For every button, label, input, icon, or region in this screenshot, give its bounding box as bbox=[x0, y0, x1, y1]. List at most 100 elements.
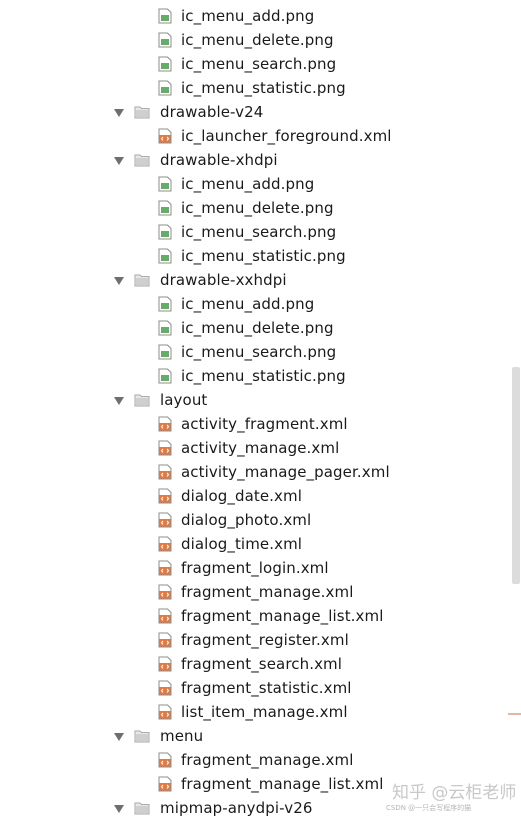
tree-file-row[interactable]: activity_manage.xml bbox=[0, 436, 510, 460]
image-file-icon bbox=[158, 56, 172, 72]
watermark-sub: CSDN @一只会写程序的猫 bbox=[386, 804, 472, 812]
file-label: dialog_photo.xml bbox=[181, 511, 312, 529]
image-file-icon bbox=[158, 296, 172, 312]
file-label: ic_menu_add.png bbox=[181, 175, 315, 193]
image-file-icon bbox=[158, 368, 172, 384]
xml-file-icon bbox=[158, 560, 172, 576]
tree-file-row[interactable]: ic_menu_search.png bbox=[0, 52, 510, 76]
file-label: ic_menu_delete.png bbox=[181, 31, 334, 49]
file-label: fragment_manage_list.xml bbox=[181, 607, 384, 625]
file-label: activity_manage_pager.xml bbox=[181, 463, 390, 481]
xml-file-icon bbox=[158, 440, 172, 456]
tree-folder-row[interactable]: menu bbox=[0, 724, 510, 748]
tree-folder-row[interactable]: drawable-xxhdpi bbox=[0, 268, 510, 292]
xml-file-icon bbox=[158, 632, 172, 648]
tree-file-row[interactable]: ic_menu_add.png bbox=[0, 292, 510, 316]
file-label: fragment_search.xml bbox=[181, 655, 343, 673]
vertical-scrollbar[interactable] bbox=[512, 367, 520, 584]
file-label: ic_launcher_foreground.xml bbox=[181, 127, 392, 145]
file-label: fragment_manage.xml bbox=[181, 751, 354, 769]
tree-file-row[interactable]: ic_menu_add.png bbox=[0, 172, 510, 196]
file-label: fragment_register.xml bbox=[181, 631, 349, 649]
image-file-icon bbox=[158, 176, 172, 192]
folder-label: menu bbox=[160, 727, 204, 745]
tree-file-row[interactable]: fragment_register.xml bbox=[0, 628, 510, 652]
folder-label: drawable-xxhdpi bbox=[160, 271, 287, 289]
tree-folder-row[interactable]: drawable-xhdpi bbox=[0, 148, 510, 172]
tree-file-row[interactable]: activity_fragment.xml bbox=[0, 412, 510, 436]
folder-icon bbox=[134, 154, 150, 167]
folder-icon bbox=[134, 394, 150, 407]
xml-file-icon bbox=[158, 488, 172, 504]
xml-file-icon bbox=[158, 584, 172, 600]
tree-file-row[interactable]: ic_menu_statistic.png bbox=[0, 244, 510, 268]
tree-file-row[interactable]: fragment_manage.xml bbox=[0, 580, 510, 604]
tree-file-row[interactable]: ic_menu_delete.png bbox=[0, 28, 510, 52]
expand-arrow-icon[interactable] bbox=[114, 396, 124, 405]
tree-file-row[interactable]: ic_menu_delete.png bbox=[0, 316, 510, 340]
folder-icon bbox=[134, 730, 150, 743]
expand-arrow-icon[interactable] bbox=[114, 108, 124, 117]
image-file-icon bbox=[158, 32, 172, 48]
watermark-main: 知乎 @云柜老师 bbox=[392, 783, 517, 803]
tree-file-row[interactable]: ic_menu_search.png bbox=[0, 220, 510, 244]
file-label: ic_menu_search.png bbox=[181, 55, 337, 73]
tree-file-row[interactable]: ic_menu_statistic.png bbox=[0, 364, 510, 388]
file-label: fragment_manage.xml bbox=[181, 583, 354, 601]
expand-arrow-icon[interactable] bbox=[114, 276, 124, 285]
tree-file-row[interactable]: fragment_manage_list.xml bbox=[0, 604, 510, 628]
file-label: ic_menu_statistic.png bbox=[181, 367, 346, 385]
tree-file-row[interactable]: dialog_date.xml bbox=[0, 484, 510, 508]
folder-label: mipmap-anydpi-v26 bbox=[160, 799, 313, 817]
file-label: list_item_manage.xml bbox=[181, 703, 348, 721]
file-label: fragment_manage_list.xml bbox=[181, 775, 384, 793]
file-label: ic_menu_search.png bbox=[181, 343, 337, 361]
tree-file-row[interactable]: ic_menu_search.png bbox=[0, 340, 510, 364]
folder-label: layout bbox=[160, 391, 208, 409]
expand-arrow-icon[interactable] bbox=[114, 804, 124, 813]
xml-file-icon bbox=[158, 464, 172, 480]
folder-icon bbox=[134, 802, 150, 815]
image-file-icon bbox=[158, 80, 172, 96]
tree-file-row[interactable]: fragment_manage.xml bbox=[0, 748, 510, 772]
file-label: dialog_date.xml bbox=[181, 487, 302, 505]
xml-file-icon bbox=[158, 752, 172, 768]
file-label: activity_manage.xml bbox=[181, 439, 340, 457]
tree-file-row[interactable]: ic_menu_statistic.png bbox=[0, 76, 510, 100]
tree-file-row[interactable]: ic_menu_add.png bbox=[0, 4, 510, 28]
tree-file-row[interactable]: fragment_search.xml bbox=[0, 652, 510, 676]
folder-label: drawable-xhdpi bbox=[160, 151, 278, 169]
image-file-icon bbox=[158, 320, 172, 336]
tree-folder-row[interactable]: drawable-v24 bbox=[0, 100, 510, 124]
file-label: ic_menu_delete.png bbox=[181, 319, 334, 337]
tree-file-row[interactable]: dialog_time.xml bbox=[0, 532, 510, 556]
file-label: ic_menu_statistic.png bbox=[181, 247, 346, 265]
tree-file-row[interactable]: ic_menu_delete.png bbox=[0, 196, 510, 220]
file-label: activity_fragment.xml bbox=[181, 415, 348, 433]
file-label: ic_menu_statistic.png bbox=[181, 79, 346, 97]
xml-file-icon bbox=[158, 128, 172, 144]
image-file-icon bbox=[158, 200, 172, 216]
xml-file-icon bbox=[158, 656, 172, 672]
image-file-icon bbox=[158, 8, 172, 24]
folder-label: drawable-v24 bbox=[160, 103, 264, 121]
tree-file-row[interactable]: fragment_statistic.xml bbox=[0, 676, 510, 700]
folder-icon bbox=[134, 106, 150, 119]
tree-folder-row[interactable]: layout bbox=[0, 388, 510, 412]
editor-edge-marker bbox=[508, 713, 521, 715]
xml-file-icon bbox=[158, 416, 172, 432]
file-label: dialog_time.xml bbox=[181, 535, 303, 553]
tree-file-row[interactable]: list_item_manage.xml bbox=[0, 700, 510, 724]
tree-file-row[interactable]: activity_manage_pager.xml bbox=[0, 460, 510, 484]
expand-arrow-icon[interactable] bbox=[114, 732, 124, 741]
tree-file-row[interactable]: fragment_login.xml bbox=[0, 556, 510, 580]
xml-file-icon bbox=[158, 512, 172, 528]
xml-file-icon bbox=[158, 680, 172, 696]
file-label: fragment_statistic.xml bbox=[181, 679, 352, 697]
image-file-icon bbox=[158, 344, 172, 360]
tree-file-row[interactable]: dialog_photo.xml bbox=[0, 508, 510, 532]
tree-file-row[interactable]: ic_launcher_foreground.xml bbox=[0, 124, 510, 148]
image-file-icon bbox=[158, 224, 172, 240]
expand-arrow-icon[interactable] bbox=[114, 156, 124, 165]
xml-file-icon bbox=[158, 704, 172, 720]
